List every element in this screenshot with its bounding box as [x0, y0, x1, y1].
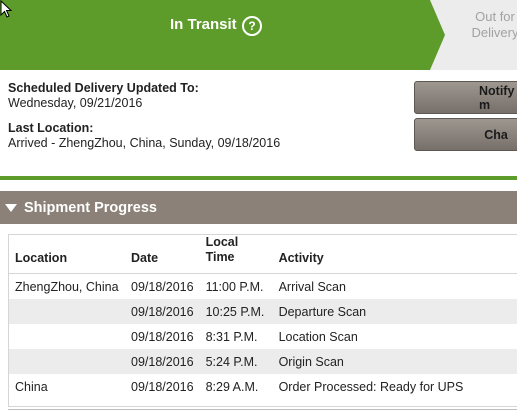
cell-date: 09/18/2016 [125, 349, 200, 374]
cell-activity: Departure Scan [272, 299, 517, 324]
next-step-label-line1: Out for [475, 9, 515, 24]
scheduled-delivery-label: Scheduled Delivery Updated To: [8, 81, 199, 95]
table-row: China 09/18/2016 8:29 A.M. Order Process… [9, 374, 517, 399]
cell-location: ZhengZhou, China [15, 279, 119, 294]
cell-activity: Location Scan [278, 329, 358, 344]
table-row: 09/18/2016 8:31 P.M. Location Scan [9, 324, 517, 349]
shipment-progress-table: Location Date Local Time Activity ZhengZ… [8, 234, 517, 407]
last-location-value: Arrived - ZhengZhou, China, Sunday, 09/1… [8, 136, 281, 150]
column-header-activity: Activity [272, 235, 517, 274]
cell-time: 8:29 A.M. [205, 379, 259, 394]
cell-date: 09/18/2016 [131, 379, 194, 394]
cell-location [9, 349, 125, 374]
cell-activity: Origin Scan [272, 349, 517, 374]
section-divider [0, 176, 517, 180]
table-bottom-divider [8, 409, 517, 410]
delivery-info: Scheduled Delivery Updated To: Wednesday… [8, 81, 280, 151]
current-step-label: In Transit [170, 16, 237, 33]
cell-activity: Arrival Scan [278, 279, 346, 294]
column-header-local-time-line1: Local [205, 235, 239, 249]
scheduled-delivery-value: Wednesday, 09/21/2016 [8, 96, 143, 110]
cell-location [9, 324, 125, 349]
change-delivery-button[interactable]: Cha [414, 118, 517, 151]
cell-time: 8:31 P.M. [205, 329, 258, 344]
table-row: 09/18/2016 10:25 P.M. Departure Scan [9, 299, 517, 324]
column-header-date: Date [125, 235, 200, 274]
status-progress-bar: In Transit ? Out for Delivery [0, 0, 517, 70]
next-step-label-line2: Delivery [471, 25, 517, 40]
cell-location: China [15, 379, 48, 394]
step-out-for-delivery: Out for Delivery [470, 9, 517, 41]
cell-date: 09/18/2016 [131, 329, 194, 344]
cell-time: 10:25 P.M. [199, 299, 273, 324]
cell-activity: Order Processed: Ready for UPS [278, 379, 464, 394]
column-header-local-time: Local Time [199, 235, 273, 274]
last-location-label: Last Location: [8, 121, 94, 135]
help-icon[interactable]: ? [242, 16, 262, 36]
step-in-transit [0, 0, 445, 70]
table-header-row: Location Date Local Time Activity [9, 235, 517, 274]
shipment-progress-title: Shipment Progress [24, 200, 157, 216]
notify-me-button[interactable]: Notify m [414, 81, 517, 114]
cell-time: 11:00 P.M. [205, 279, 264, 294]
column-header-local-time-line2: Time [205, 250, 235, 264]
table-row: ZhengZhou, China 09/18/2016 11:00 P.M. A… [9, 274, 517, 300]
column-header-location: Location [9, 235, 125, 274]
shipment-progress-toggle[interactable]: Shipment Progress [0, 191, 517, 224]
caret-down-icon [5, 204, 17, 212]
table-row: 09/18/2016 5:24 P.M. Origin Scan [9, 349, 517, 374]
cell-location [9, 299, 125, 324]
mouse-cursor-icon [0, 0, 12, 18]
cell-time: 5:24 P.M. [199, 349, 273, 374]
cell-date: 09/18/2016 [125, 299, 200, 324]
cell-date: 09/18/2016 [131, 279, 194, 294]
